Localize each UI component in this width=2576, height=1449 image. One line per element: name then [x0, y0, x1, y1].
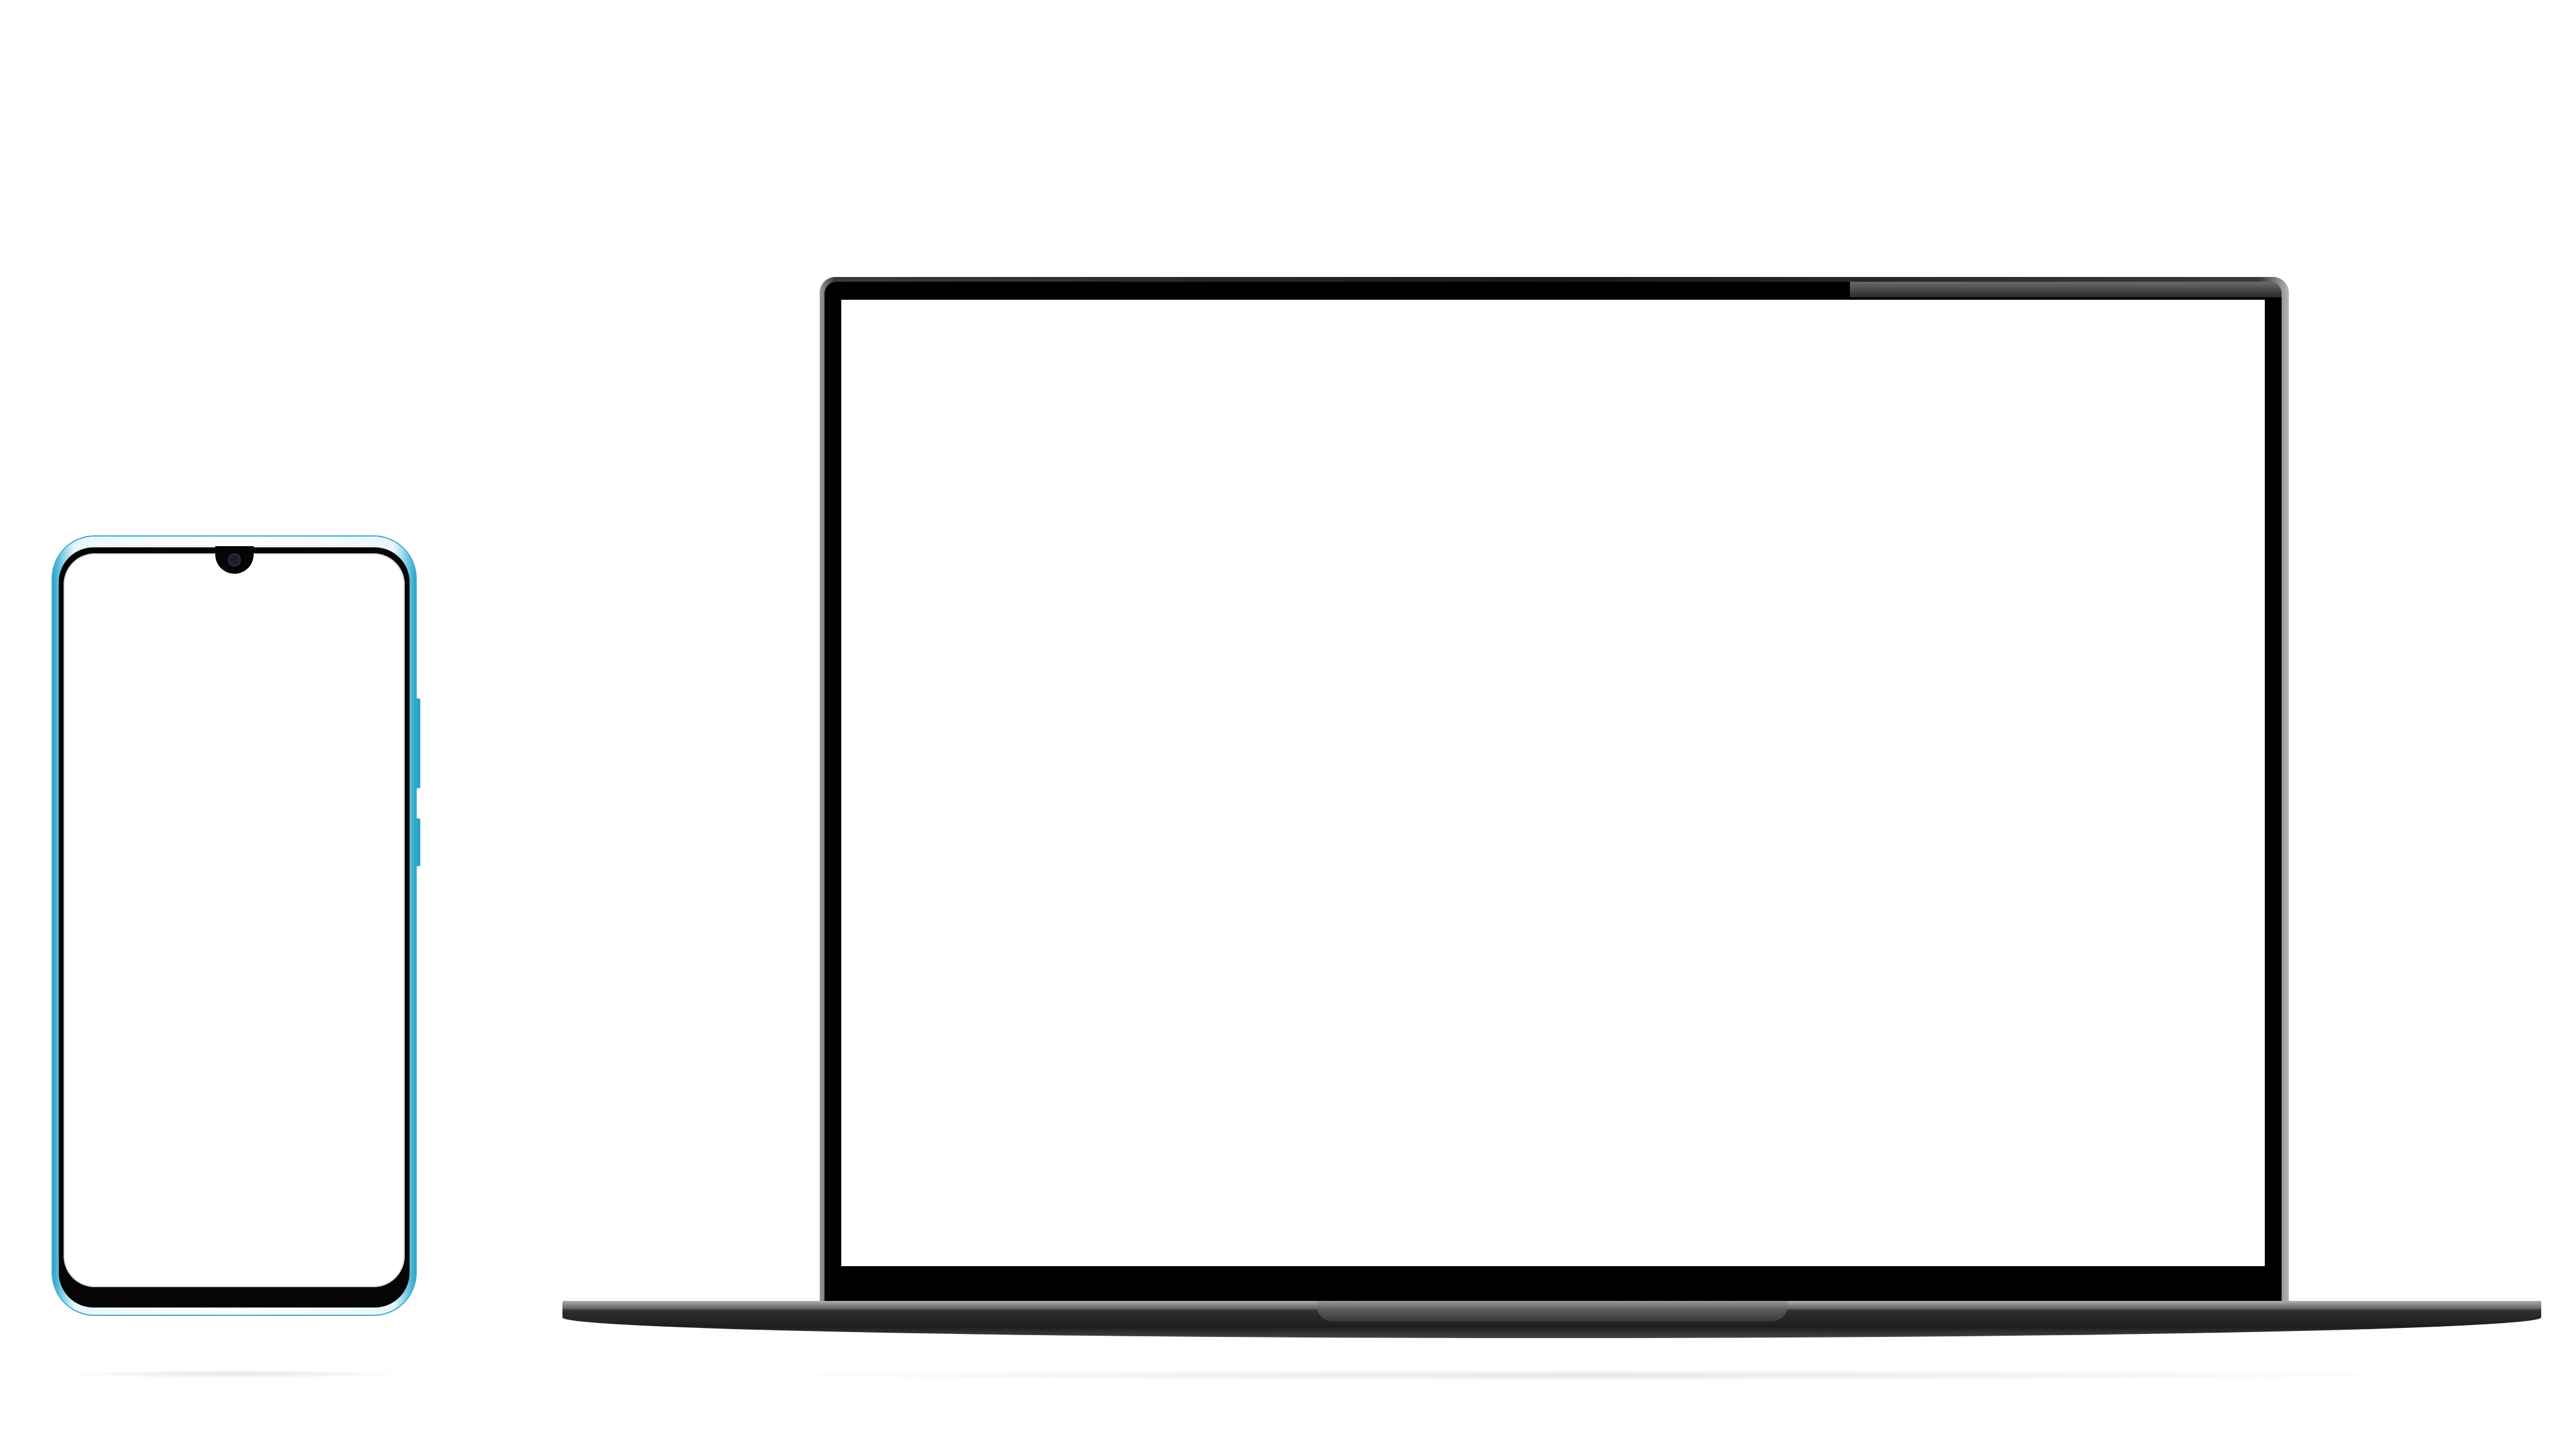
- device-mockup-stage: [0, 0, 2576, 1449]
- phone-shadow: [57, 1370, 411, 1378]
- laptop-bezel-glare: [1850, 282, 2282, 297]
- laptop-shadow: [720, 1370, 2458, 1381]
- phone-bezel: [59, 546, 410, 1308]
- laptop-opening-notch: [1317, 1301, 1787, 1321]
- smartphone-mockup: [53, 537, 420, 1315]
- phone-screen: [64, 553, 405, 1287]
- laptop-bezel: [824, 282, 2282, 1303]
- laptop-screen: [841, 300, 2265, 1266]
- camera-icon: [227, 553, 241, 567]
- laptop-lid: [820, 277, 2289, 1303]
- power-button: [417, 818, 420, 866]
- laptop-base: [562, 1301, 2541, 1338]
- volume-button: [417, 698, 420, 788]
